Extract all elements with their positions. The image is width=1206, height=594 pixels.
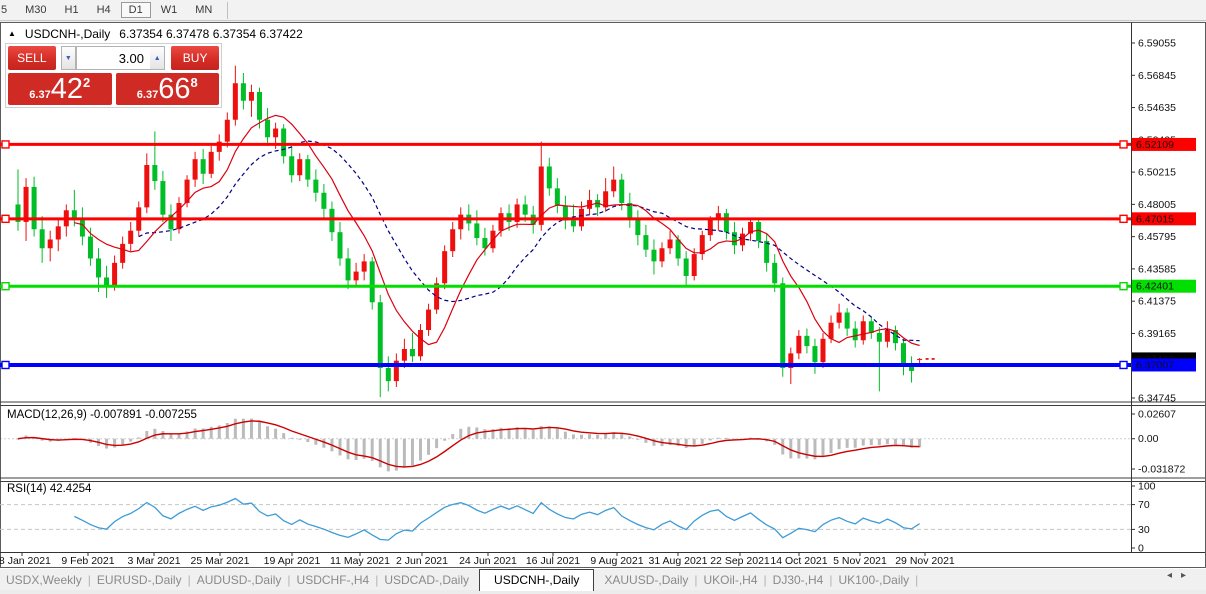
chart-symbol-label: USDCNH-,Daily: [25, 27, 110, 41]
buy-price-box[interactable]: 6.37668: [116, 73, 220, 105]
price-axis-tick: 6.41375: [1138, 296, 1176, 308]
timeframe-toolbar: 5M30H1H4D1W1MN: [0, 0, 1206, 21]
tab-scroll-arrows: ◂ ▸: [1167, 570, 1186, 581]
line-price-label-text: 6.47015: [1136, 213, 1174, 225]
rsi-label: RSI(14) 42.4254: [7, 483, 91, 495]
line-handle[interactable]: [2, 215, 9, 222]
date-label: 18 Jan 2021: [0, 555, 51, 567]
date-label: 9 Feb 2021: [61, 555, 114, 567]
tab-usdcnh-daily[interactable]: USDCNH-,Daily: [479, 569, 594, 591]
rsi-axis-tick: 0: [1138, 543, 1144, 555]
timeframe-bar: 5M30H1H4D1W1MN: [0, 2, 221, 18]
macd-axis-tick: 0.02607: [1138, 408, 1176, 420]
buy-price-pips: 66: [158, 76, 190, 104]
buy-button[interactable]: BUY: [171, 46, 219, 70]
tab-uk100-daily[interactable]: UK100-,Daily: [832, 573, 915, 587]
sell-price-bigfigure: 6.37: [29, 89, 50, 101]
timeframe-D1[interactable]: D1: [121, 2, 151, 18]
tab-usdchf-h4[interactable]: USDCHF-,H4: [291, 573, 376, 587]
date-label: 31 Aug 2021: [649, 555, 708, 567]
line-handle[interactable]: [1120, 215, 1127, 222]
tab-xauusd-daily[interactable]: XAUUSD-,Daily: [598, 573, 694, 587]
line-price-label-text: 6.52109: [1136, 139, 1174, 151]
macd-axis-tick: -0.031872: [1138, 463, 1185, 475]
date-label: 25 Mar 2021: [191, 555, 250, 567]
buy-price-pipette: 8: [190, 75, 197, 90]
scroll-left-icon[interactable]: ◂: [1167, 570, 1172, 581]
chevron-down-icon: ▼: [65, 55, 72, 62]
price-axis-tick: 6.45795: [1138, 231, 1176, 243]
date-label: 19 Apr 2021: [264, 555, 321, 567]
date-label: 16 Jul 2021: [526, 555, 580, 567]
price-axis-tick: 6.34745: [1138, 392, 1176, 404]
macd-axis-tick: 0.00: [1138, 433, 1159, 445]
price-axis-tick: 6.50215: [1138, 167, 1176, 179]
tab-separator: |: [915, 573, 918, 587]
sell-price-box[interactable]: 6.37422: [8, 73, 112, 105]
date-label: 29 Nov 2021: [895, 555, 955, 567]
line-handle[interactable]: [1120, 283, 1127, 290]
timeframe-M30[interactable]: M30: [17, 2, 54, 18]
timeframe-MN[interactable]: MN: [187, 2, 220, 18]
tab-ukoil-h4[interactable]: UKOil-,H4: [698, 573, 764, 587]
date-label: 2 Jun 2021: [396, 555, 448, 567]
price-axis-tick: 6.48005: [1138, 199, 1176, 211]
line-handle[interactable]: [2, 283, 9, 290]
date-label: 3 Mar 2021: [127, 555, 180, 567]
chart-title: ▲ USDCNH-,Daily 6.37354 6.37478 6.37354 …: [8, 27, 303, 41]
timeframe-H4[interactable]: H4: [89, 2, 119, 18]
buy-price-bigfigure: 6.37: [137, 89, 158, 101]
date-label: 5 Nov 2021: [833, 555, 887, 567]
date-label: 11 May 2021: [330, 555, 390, 567]
timeframe-W1[interactable]: W1: [153, 2, 186, 18]
date-label: 24 Jun 2021: [459, 555, 517, 567]
line-handle[interactable]: [2, 141, 9, 148]
sell-button[interactable]: SELL: [8, 46, 56, 70]
date-label: 22 Sep 2021: [710, 555, 770, 567]
price-axis-tick: 6.43585: [1138, 263, 1176, 275]
line-handle[interactable]: [2, 361, 9, 368]
tab-bar: USDX,Weekly|EURUSD-,Daily|AUDUSD-,Daily|…: [0, 568, 1206, 590]
date-label: 14 Oct 2021: [770, 555, 827, 567]
timeframe-H1[interactable]: H1: [57, 2, 87, 18]
price-axis-tick: 6.39165: [1138, 328, 1176, 340]
tab-dj30-h4[interactable]: DJ30-,H4: [767, 573, 830, 587]
collapse-icon[interactable]: ▲: [8, 30, 16, 38]
tab-eurusd-daily[interactable]: EURUSD-,Daily: [91, 573, 188, 587]
volume-increase-button[interactable]: ▲: [150, 46, 165, 70]
rsi-axis-tick: 70: [1138, 499, 1150, 511]
price-axis-tick: 6.54635: [1138, 102, 1176, 114]
volume-input[interactable]: [76, 46, 150, 70]
rsi-axis-tick: 30: [1138, 524, 1150, 536]
price-axis-tick: 6.59055: [1138, 38, 1176, 50]
volume-decrease-button[interactable]: ▼: [61, 46, 76, 70]
chevron-up-icon: ▲: [154, 55, 161, 62]
tab-audusd-daily[interactable]: AUDUSD-,Daily: [191, 573, 288, 587]
price-axis-tick: 6.56845: [1138, 70, 1176, 82]
macd-label: MACD(12,26,9) -0.007891 -0.007255: [7, 409, 197, 421]
one-click-trading-panel: SELL ▼ ▲ BUY 6.37422 6.37668: [5, 43, 222, 108]
chart-ohlc-quotes: 6.37354 6.37478 6.37354 6.37422: [119, 27, 303, 41]
sell-price-pips: 42: [51, 76, 83, 104]
rsi-axis-tick: 100: [1138, 481, 1156, 493]
tab-usdcad-daily[interactable]: USDCAD-,Daily: [378, 573, 475, 587]
tab-usdx-weekly[interactable]: USDX,Weekly: [0, 573, 88, 587]
line-handle[interactable]: [1120, 141, 1127, 148]
line-handle[interactable]: [1120, 361, 1127, 368]
sell-price-pipette: 2: [83, 75, 90, 90]
toolbar-separator: [227, 2, 228, 19]
line-price-label-text: 6.37007: [1136, 359, 1174, 371]
line-price-label-text: 6.42401: [1136, 281, 1174, 293]
scroll-right-icon[interactable]: ▸: [1181, 570, 1186, 581]
timeframe-5[interactable]: 5: [0, 2, 15, 18]
date-label: 9 Aug 2021: [590, 555, 643, 567]
